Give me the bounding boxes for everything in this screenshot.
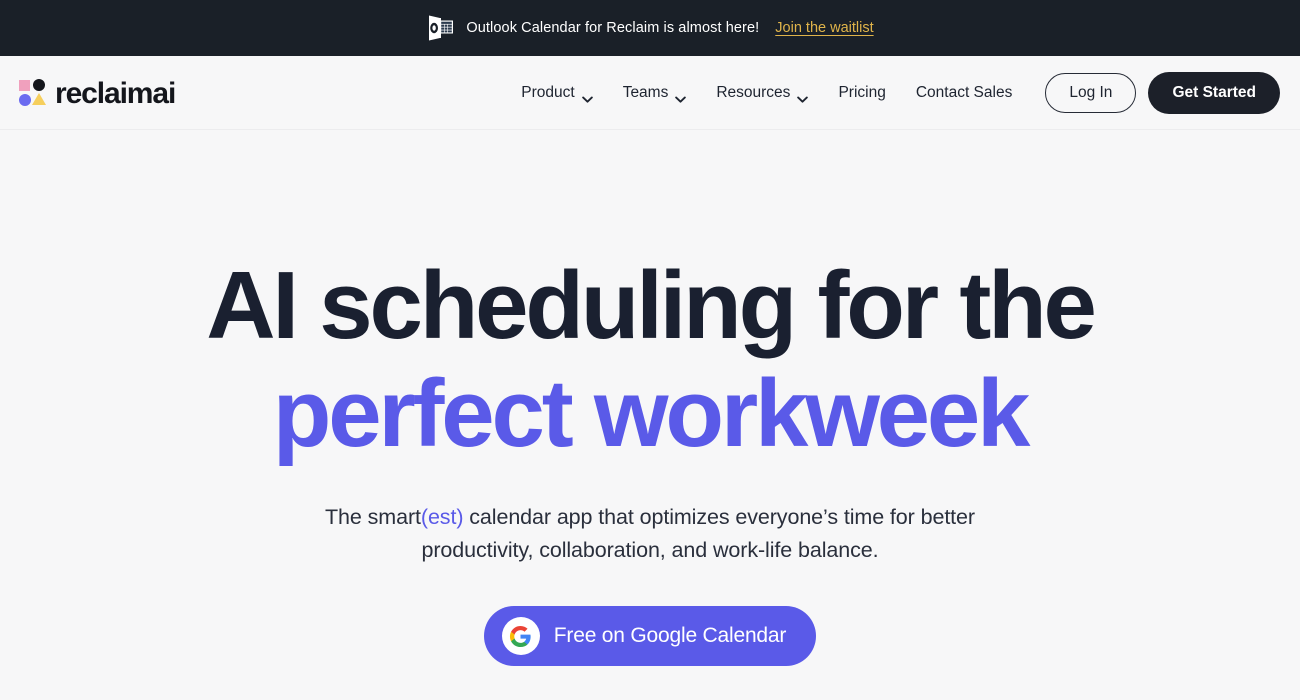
subhead-part-1: The smart [325,505,421,530]
google-g-icon [501,617,540,656]
logo-blue-circle [19,93,31,106]
site-header: reclaimai Product Teams Resources Pricin… [0,56,1300,130]
nav-item-resources[interactable]: Resources [701,76,823,110]
logo-pink-square [19,79,30,91]
hero-section: AI scheduling for the perfect workweek T… [0,130,1300,667]
nav-item-label: Product [521,83,575,101]
primary-nav: Product Teams Resources Pricing Contact … [506,71,1280,114]
headline-line-1: AI scheduling for the [206,252,1097,359]
hero-subheadline: The smart(est) calendar app that optimiz… [295,501,1005,566]
nav-item-label: Resources [716,83,791,101]
logo-dark-circle [33,78,45,91]
nav-item-label: Contact Sales [915,83,1013,101]
cta-label: Free on Google Calendar [553,624,787,648]
log-in-button[interactable]: Log In [1045,72,1137,113]
chevron-down-icon [675,90,687,103]
outlook-calendar-icon [426,13,456,43]
nav-item-teams[interactable]: Teams [608,76,702,110]
chevron-down-icon [581,90,593,103]
chevron-down-icon [797,90,809,103]
subhead-part-2: calendar app that optimizes everyone’s t… [421,505,976,562]
nav-item-label: Pricing [838,83,886,101]
hero-headline: AI scheduling for the perfect workweek [0,252,1300,467]
logo-yellow-triangle [32,92,46,105]
get-started-button[interactable]: Get Started [1148,71,1280,114]
headline-line-2: perfect workweek [272,359,1031,467]
reclaim-logo-mark [18,78,48,108]
join-waitlist-link[interactable]: Join the waitlist [775,20,873,36]
announcement-banner: Outlook Calendar for Reclaim is almost h… [0,0,1300,56]
hero-cta-wrapper: Free on Google Calendar [0,606,1300,667]
nav-item-product[interactable]: Product [506,76,607,110]
nav-item-label: Teams [622,83,669,101]
reclaim-logo[interactable]: reclaimai [18,76,176,110]
subhead-accent: (est) [420,505,464,530]
nav-item-pricing[interactable]: Pricing [823,76,900,110]
nav-item-contact-sales[interactable]: Contact Sales [901,76,1028,110]
free-on-google-calendar-button[interactable]: Free on Google Calendar [483,606,817,667]
logo-wordmark: reclaimai [55,76,176,110]
banner-message: Outlook Calendar for Reclaim is almost h… [466,20,760,36]
